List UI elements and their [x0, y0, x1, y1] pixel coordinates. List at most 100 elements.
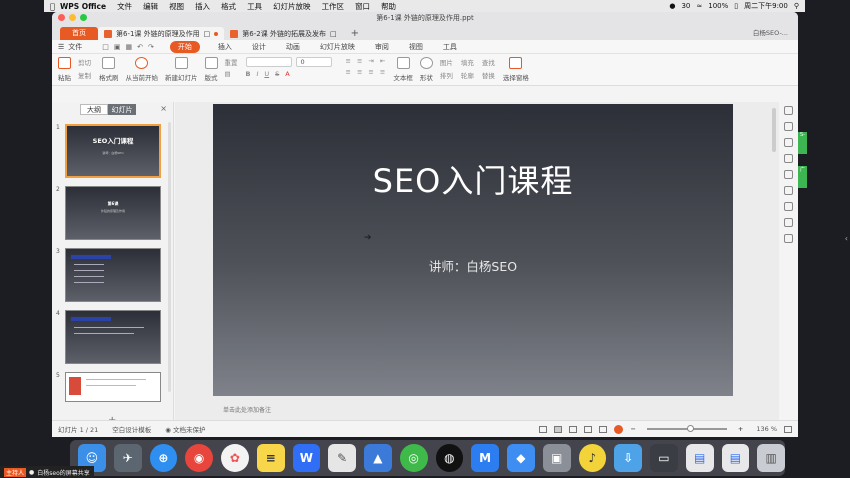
font-color-icon[interactable]: A [285, 70, 289, 78]
side-green-tab-2[interactable]: 广 [798, 166, 807, 188]
fill-icon[interactable] [784, 138, 793, 147]
tab-slides[interactable]: 幻灯片 [108, 104, 136, 115]
replace-button[interactable]: 替换 [482, 70, 495, 80]
wifi-icon[interactable]: ≈ [696, 2, 702, 10]
dingtalk-icon[interactable]: ◆ [507, 444, 535, 472]
numbering-icon[interactable]: ≡ [357, 57, 362, 65]
new-tab-button[interactable]: + [351, 27, 359, 40]
menu-view[interactable]: 视图 [169, 1, 184, 12]
align-right-icon[interactable]: ≡ [368, 68, 373, 76]
reset-button[interactable]: 重置 [225, 57, 238, 67]
underline-icon[interactable]: U [264, 70, 269, 78]
tab-outline[interactable]: 大纲 [80, 104, 108, 115]
zoom-slider-knob[interactable] [687, 425, 695, 432]
outdent-icon[interactable]: ⇤ [380, 57, 385, 65]
current-slide[interactable]: SEO入门课程 讲师：白杨SEO [213, 104, 733, 396]
zoom-out-icon[interactable]: − [630, 425, 635, 433]
print-icon[interactable]: ▦ [126, 43, 133, 51]
lark-icon[interactable]: M [471, 444, 499, 472]
shape-button[interactable]: 形状 [419, 57, 433, 82]
justify-icon[interactable]: ≡ [380, 68, 385, 76]
normal-view-icon[interactable] [554, 425, 563, 433]
menu-help[interactable]: 帮助 [381, 1, 396, 12]
undo-icon[interactable]: ↶ [137, 43, 143, 51]
side-green-tab-1[interactable]: S- [798, 132, 807, 154]
save-icon[interactable]: ▣ [114, 43, 121, 51]
open-icon[interactable]: □ [102, 43, 109, 51]
tab-view[interactable]: 视图 [409, 42, 423, 52]
notes-icon[interactable]: ≡ [256, 444, 285, 472]
safari-icon[interactable]: ⊕ [149, 444, 178, 472]
launchpad-icon[interactable]: ✈ [113, 444, 142, 472]
menu-hamburger-icon[interactable]: ☰ [58, 43, 64, 51]
menu-format[interactable]: 格式 [221, 1, 236, 12]
downloads-folder-icon[interactable]: ⇩ [614, 444, 642, 472]
slide-subtitle[interactable]: 讲师：白杨SEO [213, 256, 733, 275]
sorter-view-icon[interactable] [569, 425, 578, 433]
protect-status[interactable]: ◉ 文档未保护 [165, 424, 205, 434]
play-slideshow-icon[interactable] [614, 424, 624, 434]
reading-view-icon[interactable] [584, 425, 593, 433]
canvas-scrollbar[interactable] [772, 108, 776, 152]
fit-window-icon[interactable] [784, 425, 792, 433]
doc-tab-active[interactable]: 第6-1课 外链的原理及作用 □ [98, 27, 225, 40]
wechat-icon[interactable]: ● [669, 2, 675, 10]
photos-icon[interactable]: ✿ [221, 444, 249, 472]
presenter-view-icon[interactable] [599, 425, 608, 433]
menu-edit[interactable]: 编辑 [143, 1, 158, 12]
qq-icon[interactable]: ◍ [435, 444, 464, 472]
screen-recorder-icon[interactable]: ▭ [650, 444, 678, 472]
zoom-level[interactable]: 136 % [756, 425, 777, 433]
properties-icon[interactable] [784, 106, 793, 115]
section-icon[interactable]: ▤ [225, 70, 238, 78]
align-left-icon[interactable]: ≡ [346, 68, 351, 76]
user-account[interactable]: 白杨SEO-... [753, 27, 788, 37]
wps-icon[interactable]: W [292, 444, 321, 472]
spotlight-icon[interactable]: ⚲ [794, 2, 799, 10]
tab-animation[interactable]: 动画 [286, 42, 300, 52]
transition-icon[interactable] [784, 170, 793, 179]
settings-icon[interactable] [784, 202, 793, 211]
zoom-in-icon[interactable]: + [738, 425, 743, 433]
tab-insert[interactable]: 插入 [218, 42, 232, 52]
layout-button[interactable]: 版式 [204, 57, 218, 82]
notes-view-icon[interactable] [539, 425, 548, 433]
slide-title[interactable]: SEO入门课程 [213, 156, 733, 202]
chrome-icon[interactable]: ◉ [185, 444, 213, 472]
paste-button[interactable]: 粘贴 [58, 57, 71, 82]
fill-button[interactable]: 填充 [461, 57, 474, 67]
new-slide-button[interactable]: 新建幻灯片 [165, 57, 198, 82]
zoom-slider[interactable] [646, 425, 727, 432]
strikethrough-icon[interactable]: S [275, 70, 279, 78]
outline-button[interactable]: 轮廓 [461, 70, 474, 80]
trash-icon[interactable]: ▥ [757, 444, 785, 472]
textbox-button[interactable]: 文本框 [393, 57, 413, 82]
battery-icon[interactable]: ▯ [734, 2, 738, 10]
meeting-window-icon[interactable]: ▤ [685, 444, 714, 472]
bold-icon[interactable]: B [246, 70, 251, 78]
indent-icon[interactable]: ⇥ [368, 57, 373, 65]
template-name[interactable]: 空白设计模板 [112, 424, 151, 434]
notes-placeholder[interactable]: 单击此处添加备注 [223, 405, 271, 414]
panel-scrollbar[interactable] [168, 122, 171, 392]
menu-file[interactable]: 文件 [117, 1, 132, 12]
find-button[interactable]: 查找 [482, 57, 495, 67]
animation-icon[interactable] [784, 154, 793, 163]
menu-app-name[interactable]: WPS Office [60, 2, 106, 11]
menu-tools[interactable]: 工具 [247, 1, 262, 12]
qqmusic-icon[interactable]: ♪ [578, 444, 607, 472]
bullets-icon[interactable]: ≡ [346, 57, 351, 65]
menu-slideshow[interactable]: 幻灯片放映 [273, 1, 311, 12]
picture-button[interactable]: 图片 [440, 57, 453, 67]
tab-review[interactable]: 审阅 [375, 42, 389, 52]
play-from-current-button[interactable]: 从当前开始 [126, 57, 158, 82]
slide-thumbnail-5[interactable] [65, 372, 161, 402]
doc-tab-2[interactable]: 第6-2课 外链的拓展及发布 □ [224, 27, 342, 40]
menu-insert[interactable]: 插入 [195, 1, 210, 12]
picture-icon[interactable] [784, 234, 793, 243]
apple-icon[interactable]:  [50, 2, 60, 11]
slide-thumbnail-2[interactable]: 第6课 外链的原理及作用 [65, 186, 161, 240]
keynote-icon[interactable]: ▲ [364, 444, 392, 472]
cut-button[interactable]: 剪切 [78, 57, 91, 67]
menu-workspace[interactable]: 工作区 [322, 1, 345, 12]
